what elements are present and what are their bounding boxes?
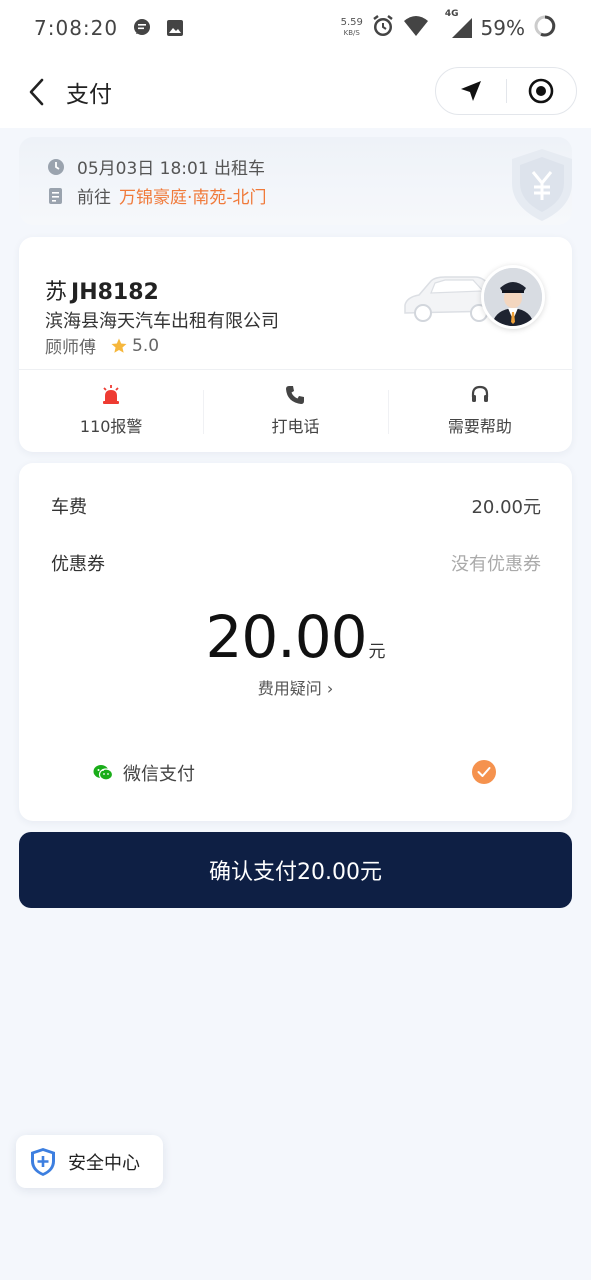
fee-card: 车费 20.00元 优惠券 没有优惠券 20.00 元 费用疑问 › 微信支付 [19, 463, 572, 821]
status-bar: 7:08:20 5.59 KB/S 4G 59% [0, 0, 591, 56]
phone-icon [286, 386, 305, 404]
headset-icon [471, 385, 488, 402]
safety-center-button[interactable]: 安全中心 [16, 1135, 163, 1188]
trip-destination: 万锦豪庭·南苑-北门 [119, 188, 267, 208]
trip-dest-prefix: 前往 [77, 188, 111, 208]
record-target-icon [528, 78, 554, 104]
net-speed: 5.59 KB/S [341, 18, 363, 38]
star-icon [111, 338, 127, 353]
network-type: 4G [444, 9, 459, 19]
trip-datetime: 05月03日 18:01 出租车 [77, 159, 266, 179]
message-icon [132, 18, 152, 38]
driver-portrait-icon [484, 268, 542, 326]
wifi-icon [403, 15, 429, 41]
back-button[interactable] [16, 72, 56, 112]
call-button[interactable]: 打电话 [203, 370, 387, 452]
coupon-value: 没有优惠券 [451, 554, 541, 575]
trip-datetime-row: 05月03日 18:01 出租车 [47, 154, 265, 179]
coupon-row[interactable]: 优惠券 没有优惠券 [51, 550, 541, 576]
fare-row: 车费 20.00元 [51, 493, 541, 519]
fare-value: 20.00元 [471, 497, 541, 518]
total-amount: 20.00 [205, 603, 367, 671]
plate-region: 苏 [45, 280, 68, 305]
wechat-icon [93, 764, 113, 782]
trip-destination-row: 前往 万锦豪庭·南苑-北门 [47, 183, 267, 208]
battery-ring-icon [533, 14, 557, 42]
alarm-icon [371, 14, 395, 42]
driver-actions: 110报警 打电话 需要帮助 [19, 370, 572, 452]
rating-value: 5.0 [132, 335, 160, 356]
safety-shield-icon [30, 1147, 56, 1177]
help-label: 需要帮助 [447, 417, 512, 436]
plate-digits: JH8182 [71, 280, 159, 305]
wechat-pay-option[interactable]: 微信支付 [93, 760, 195, 786]
police-button[interactable]: 110报警 [19, 370, 203, 452]
police-light-icon [103, 385, 120, 404]
navigation-arrow-icon [460, 81, 481, 101]
page-title: 支付 [66, 82, 112, 108]
yuan-shield-icon [506, 145, 572, 225]
cell-signal-icon: 4G [437, 9, 473, 39]
driver-rating: 5.0 [110, 336, 159, 356]
trip-info-card: 05月03日 18:01 出租车 前往 万锦豪庭·南苑-北门 [19, 137, 572, 225]
battery-percent: 59% [480, 16, 525, 40]
document-icon [47, 187, 65, 205]
call-label: 打电话 [271, 417, 320, 436]
driver-info: 顾师傅 5.0 [45, 333, 159, 359]
fee-question-link[interactable]: 费用疑问 › [19, 675, 572, 699]
total-amount-block: 20.00 元 [19, 603, 572, 671]
clock-icon [47, 158, 65, 176]
navigation-button[interactable] [436, 68, 506, 114]
status-time: 7:08:20 [34, 16, 119, 40]
police-label: 110报警 [79, 417, 143, 436]
pay-method-label: 微信支付 [123, 764, 195, 785]
check-icon [477, 767, 491, 777]
net-speed-unit: KB/S [343, 29, 360, 37]
help-button[interactable]: 需要帮助 [387, 370, 572, 452]
driver-card: 苏 JH8182 滨海县海天汽车出租有限公司 顾师傅 5.0 110报警 打电话 … [19, 237, 572, 452]
taxi-company: 滨海县海天汽车出租有限公司 [45, 311, 279, 332]
image-icon [166, 19, 184, 37]
total-unit: 元 [368, 642, 386, 662]
confirm-pay-button[interactable]: 确认支付20.00元 [19, 832, 572, 908]
driver-avatar [481, 265, 545, 329]
header-capsule [435, 67, 577, 115]
fare-label: 车费 [51, 497, 87, 518]
header: 支付 [0, 56, 591, 128]
back-arrow-icon [29, 78, 44, 106]
driver-name: 顾师傅 [45, 338, 96, 358]
record-button[interactable] [507, 68, 577, 114]
safety-center-label: 安全中心 [68, 1152, 140, 1174]
net-speed-value: 5.59 [340, 17, 363, 28]
pay-selected-check[interactable] [472, 760, 496, 784]
coupon-label: 优惠券 [51, 554, 105, 575]
plate-number: 苏 JH8182 [45, 274, 159, 306]
